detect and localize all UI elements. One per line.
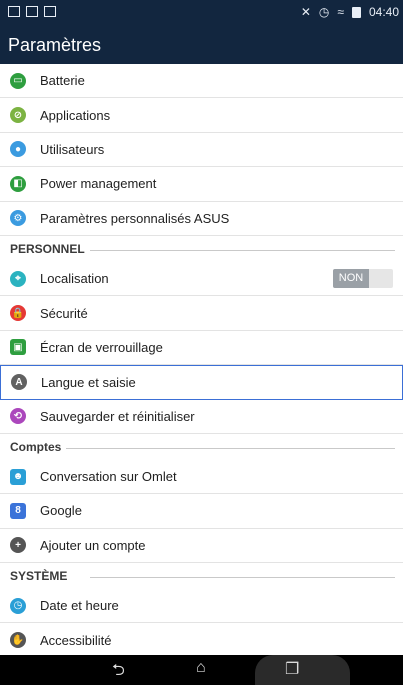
mute-icon: ✕ — [300, 5, 311, 19]
settings-item-sauvegarder[interactable]: ⟲ Sauvegarder et réinitialiser — [0, 400, 403, 434]
toggle-knob: NON — [333, 268, 369, 288]
wifi-icon: ≈ — [337, 5, 344, 19]
item-label: Langue et saisie — [41, 374, 136, 390]
backup-icon: ⟲ — [10, 408, 26, 425]
language-icon: A — [11, 374, 27, 391]
alarm-icon: ◷ — [318, 5, 330, 19]
section-divider — [90, 249, 395, 251]
section-label: Comptes — [10, 439, 62, 454]
item-label: Localisation — [40, 271, 109, 287]
item-label: Ajouter un compte — [40, 537, 146, 553]
location-toggle[interactable]: NON — [333, 268, 393, 288]
item-label: Écran de verrouillage — [40, 339, 163, 355]
settings-item-langue[interactable]: A Langue et saisie — [0, 365, 403, 400]
status-left-icons — [8, 6, 56, 17]
item-label: Power management — [40, 176, 157, 192]
app-bar: Paramètres — [0, 26, 403, 64]
section-header-comptes: Comptes — [0, 434, 403, 460]
item-label: Applications — [40, 107, 111, 123]
notification-icon — [44, 6, 56, 17]
settings-item-batterie[interactable]: ▭ Batterie — [0, 64, 403, 99]
section-divider — [90, 577, 395, 579]
settings-item-date-heure[interactable]: ◷ Date et heure — [0, 589, 403, 624]
section-label: PERSONNEL — [10, 241, 85, 256]
settings-item-localisation[interactable]: ⌖ Localisation NON — [0, 262, 403, 297]
users-icon: ● — [10, 141, 26, 158]
item-label: Paramètres personnalisés ASUS — [40, 210, 230, 226]
lock-icon: 🔒 — [10, 305, 26, 322]
settings-item-power[interactable]: ◧ Power management — [0, 167, 403, 202]
omlet-icon: ☻ — [10, 468, 26, 485]
item-label: Sauvegarder et réinitialiser — [40, 408, 195, 424]
settings-item-applications[interactable]: ⊘ Applications — [0, 98, 403, 133]
item-label: Date et heure — [40, 598, 119, 614]
status-time: 04:40 — [368, 5, 399, 19]
notification-icon — [8, 6, 20, 17]
recents-icon[interactable]: ❐ — [285, 659, 299, 679]
settings-item-ajouter-compte[interactable]: + Ajouter un compte — [0, 529, 403, 564]
section-divider — [66, 447, 395, 449]
settings-item-google[interactable]: 8 Google — [0, 494, 403, 529]
item-label: Google — [40, 503, 82, 519]
item-label: Utilisateurs — [40, 141, 105, 157]
item-label: Accessibilité — [40, 632, 112, 648]
add-icon: + — [10, 537, 26, 554]
battery-status-icon — [351, 6, 361, 18]
settings-item-asus[interactable]: ⚙ Paramètres personnalisés ASUS — [0, 202, 403, 236]
item-label: Batterie — [40, 73, 85, 89]
section-header-personnel: PERSONNEL — [0, 236, 403, 262]
settings-item-securite[interactable]: 🔒 Sécurité — [0, 296, 403, 331]
status-right: ✕ ◷ ≈ 04:40 — [301, 5, 399, 19]
nav-highlight — [255, 655, 350, 685]
power-icon: ◧ — [10, 175, 26, 192]
navigation-bar: ⮌ ⌂ ❐ — [0, 655, 403, 685]
lockscreen-icon: ▣ — [10, 339, 26, 356]
home-icon[interactable]: ⌂ — [196, 659, 206, 677]
apps-icon: ⊘ — [10, 107, 26, 124]
section-header-systeme: SYSTÈME — [0, 563, 403, 589]
item-label: Conversation sur Omlet — [40, 469, 177, 485]
notification-icon — [26, 6, 38, 17]
google-icon: 8 — [10, 502, 26, 519]
item-label: Sécurité — [40, 305, 88, 321]
settings-item-ecran[interactable]: ▣ Écran de verrouillage — [0, 331, 403, 366]
status-bar: ✕ ◷ ≈ 04:40 — [0, 0, 403, 26]
section-label: SYSTÈME — [10, 569, 68, 584]
asus-icon: ⚙ — [10, 210, 26, 227]
battery-icon: ▭ — [10, 72, 26, 89]
settings-item-omlet[interactable]: ☻ Conversation sur Omlet — [0, 460, 403, 495]
clock-icon: ◷ — [10, 597, 26, 614]
page-title: Paramètres — [8, 35, 102, 55]
back-icon[interactable]: ⮌ — [112, 659, 125, 686]
settings-item-accessibilite[interactable]: ✋ Accessibilité — [0, 623, 403, 658]
accessibility-icon: ✋ — [10, 632, 26, 649]
location-icon: ⌖ — [10, 270, 26, 287]
settings-item-utilisateurs[interactable]: ● Utilisateurs — [0, 133, 403, 168]
settings-list: ▭ Batterie ⊘ Applications ● Utilisateurs… — [0, 64, 403, 658]
